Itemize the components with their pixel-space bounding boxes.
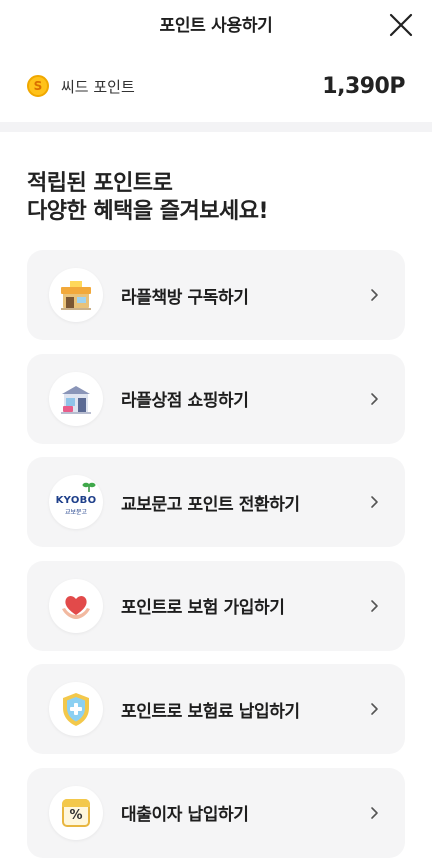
- menu-item-label: 교보문고 포인트 전환하기: [121, 494, 300, 515]
- close-icon: [389, 13, 413, 37]
- kyobo-logo-text: KYOBO: [55, 495, 97, 506]
- kyobo-logo-subtext: 교보문고: [64, 509, 88, 516]
- menu-item-label: 포인트로 보험료 납입하기: [121, 701, 300, 722]
- page-title: 포인트 사용하기: [159, 15, 273, 36]
- header-bar: 포인트 사용하기: [0, 0, 432, 50]
- menu-item-insurance-pay[interactable]: 포인트로 보험료 납입하기: [27, 664, 405, 754]
- headline-line-2: 다양한 혜택을 즐겨보세요!: [27, 199, 269, 224]
- close-button[interactable]: [388, 12, 414, 38]
- menu-item-label: 포인트로 보험 가입하기: [121, 598, 285, 618]
- kyobo-logo-icon: KYOBO 교보문고: [49, 475, 103, 529]
- chevron-right-icon: [371, 806, 378, 819]
- chevron-right-icon: [371, 392, 378, 405]
- benefit-list: 라플책방 구독하기 라플상점 쇼핑하기 KYOBO 교보문고 교보문고 포인트 …: [0, 226, 432, 858]
- benefit-headline: 적립된 포인트로 다양한 혜택을 즐겨보세요!: [0, 132, 432, 226]
- menu-item-bookstore[interactable]: 라플책방 구독하기: [27, 250, 405, 340]
- menu-item-shop[interactable]: 라플상점 쇼핑하기: [27, 353, 405, 444]
- menu-item-insurance-join[interactable]: 포인트로 보험 가입하기: [27, 560, 405, 651]
- menu-item-loan-interest[interactable]: % 대출이자 납입하기: [27, 767, 405, 858]
- headline-line-1: 적립된 포인트로: [27, 171, 173, 196]
- shield-plus-icon: [49, 682, 103, 736]
- menu-item-label: 라플상점 쇼핑하기: [121, 391, 249, 411]
- percent-symbol: %: [69, 807, 83, 823]
- section-divider: [0, 122, 432, 132]
- shop-icon: [49, 371, 103, 426]
- menu-item-label: 대출이자 납입하기: [121, 805, 249, 825]
- balance-label: 씨드 포인트: [61, 77, 135, 96]
- chevron-right-icon: [371, 599, 378, 612]
- balance-value: 1,390P: [322, 73, 405, 99]
- point-balance-row: S 씨드 포인트 1,390P: [0, 50, 432, 122]
- seed-coin-icon: S: [27, 75, 49, 97]
- kyobo-logo: KYOBO 교보문고: [54, 482, 98, 517]
- menu-item-label: 라플책방 구독하기: [121, 287, 249, 308]
- chevron-right-icon: [371, 289, 378, 301]
- bookstore-icon: [49, 268, 103, 322]
- heart-hands-icon: [49, 578, 103, 633]
- chevron-right-icon: [371, 703, 378, 715]
- chevron-right-icon: [371, 496, 378, 508]
- percent-calendar-icon: %: [49, 785, 103, 840]
- menu-item-kyobo[interactable]: KYOBO 교보문고 교보문고 포인트 전환하기: [27, 457, 405, 547]
